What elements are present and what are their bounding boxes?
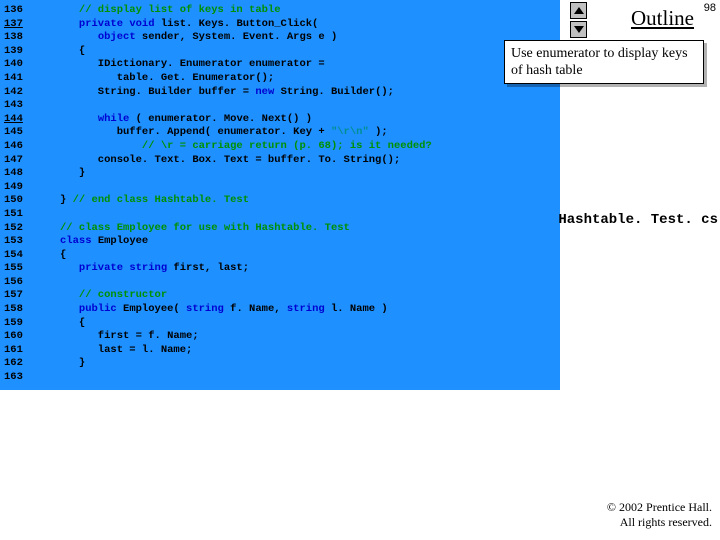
line-number: 156	[4, 276, 23, 290]
line-number: 151	[4, 208, 23, 222]
code-line: private string first, last;	[60, 262, 432, 276]
code-line: while ( enumerator. Move. Next() )	[60, 113, 432, 127]
line-number: 159	[4, 317, 23, 331]
code-line: {	[60, 249, 432, 263]
source-filename: Hashtable. Test. cs	[558, 212, 718, 228]
callout-box: Use enumerator to display keys of hash t…	[504, 40, 704, 84]
line-number: 150	[4, 194, 23, 208]
line-number: 144	[4, 113, 23, 127]
line-number: 146	[4, 140, 23, 154]
footer-copyright: © 2002 Prentice Hall.	[607, 500, 712, 515]
code-line: public Employee( string f. Name, string …	[60, 303, 432, 317]
code-line: last = l. Name;	[60, 344, 432, 358]
line-number: 147	[4, 154, 23, 168]
code-line: // \r = carriage return (p. 68); is it n…	[60, 140, 432, 154]
code-line: first = f. Name;	[60, 330, 432, 344]
line-number: 152	[4, 222, 23, 236]
code-line: // class Employee for use with Hashtable…	[60, 222, 432, 236]
code-line	[60, 276, 432, 290]
code-line	[60, 99, 432, 113]
footer: © 2002 Prentice Hall. All rights reserve…	[607, 500, 712, 530]
line-number: 138	[4, 31, 23, 45]
line-number-gutter: 1361371381391401411421431441451461471481…	[4, 4, 23, 385]
code-line: console. Text. Box. Text = buffer. To. S…	[60, 154, 432, 168]
line-number: 160	[4, 330, 23, 344]
line-number: 153	[4, 235, 23, 249]
line-number: 148	[4, 167, 23, 181]
code-line: private void list. Keys. Button_Click(	[60, 18, 432, 32]
line-number: 158	[4, 303, 23, 317]
line-number: 136	[4, 4, 23, 18]
line-number: 155	[4, 262, 23, 276]
line-number: 141	[4, 72, 23, 86]
code-line: {	[60, 317, 432, 331]
page-number: 98	[704, 2, 716, 14]
code-line: String. Builder buffer = new String. Bui…	[60, 86, 432, 100]
footer-rights: All rights reserved.	[607, 515, 712, 530]
prev-slide-button[interactable]	[570, 2, 587, 19]
line-number: 162	[4, 357, 23, 371]
code-line: IDictionary. Enumerator enumerator =	[60, 58, 432, 72]
line-number: 142	[4, 86, 23, 100]
line-number: 145	[4, 126, 23, 140]
line-number: 143	[4, 99, 23, 113]
code-area: 1361371381391401411421431441451461471481…	[0, 0, 560, 390]
code-line	[60, 371, 432, 385]
line-number: 163	[4, 371, 23, 385]
line-number: 139	[4, 45, 23, 59]
code-line: }	[60, 357, 432, 371]
outline-title: Outline	[631, 6, 694, 31]
code-line: buffer. Append( enumerator. Key + "\r\n"…	[60, 126, 432, 140]
code-line: }	[60, 167, 432, 181]
next-slide-button[interactable]	[570, 21, 587, 38]
chevron-down-icon	[574, 26, 584, 33]
line-number: 137	[4, 18, 23, 32]
code-line	[60, 181, 432, 195]
code-line: class Employee	[60, 235, 432, 249]
code-line	[60, 208, 432, 222]
code-line: {	[60, 45, 432, 59]
code-line: object sender, System. Event. Args e )	[60, 31, 432, 45]
code-line: // display list of keys in table	[60, 4, 432, 18]
line-number: 154	[4, 249, 23, 263]
line-number: 149	[4, 181, 23, 195]
line-number: 161	[4, 344, 23, 358]
code-line: // constructor	[60, 289, 432, 303]
line-number: 157	[4, 289, 23, 303]
chevron-up-icon	[574, 7, 584, 14]
code-body: // display list of keys in table private…	[60, 4, 432, 385]
nav-arrows	[570, 2, 588, 40]
code-line: } // end class Hashtable. Test	[60, 194, 432, 208]
code-line: table. Get. Enumerator();	[60, 72, 432, 86]
line-number: 140	[4, 58, 23, 72]
